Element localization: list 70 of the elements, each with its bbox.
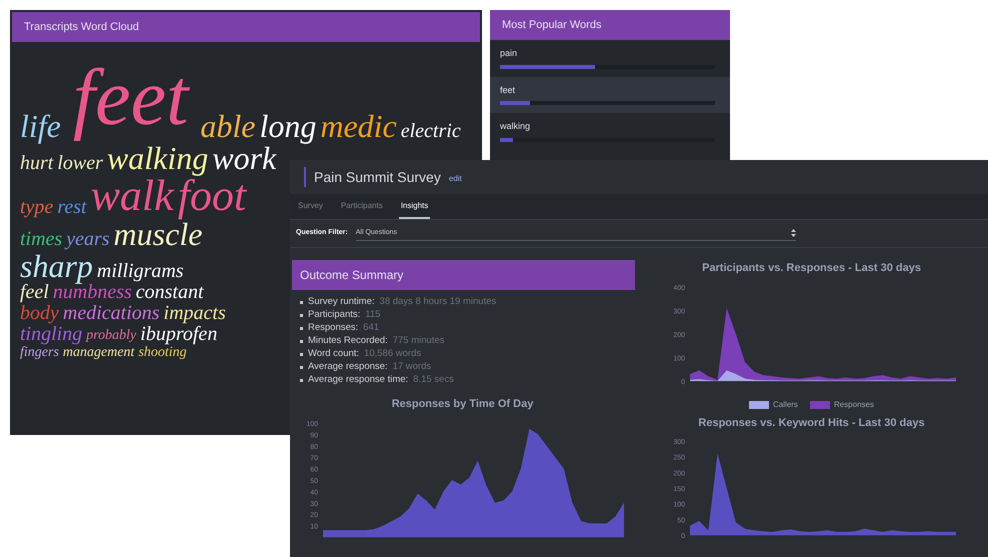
bullet-icon	[300, 340, 303, 342]
summary-value: 775 minutes	[392, 335, 444, 347]
tab[interactable]: Insights	[398, 200, 430, 219]
cloud-word: hurt	[20, 153, 54, 174]
cloud-word: feel	[20, 282, 49, 303]
panel-title: Transcripts Word Cloud	[24, 20, 139, 35]
cloud-word: muscle	[114, 218, 202, 250]
edit-link[interactable]: edit	[448, 173, 462, 185]
chart-title: Responses vs. Keyword Hits - Last 30 days	[698, 416, 925, 430]
legend-label: Responses	[834, 398, 874, 410]
cloud-word: able	[200, 110, 256, 142]
cloud-word: rest	[57, 197, 87, 218]
bullet-icon	[300, 300, 303, 304]
word-row[interactable]: feet	[490, 76, 730, 113]
summary-value: 641	[363, 322, 380, 334]
cloud-word: times	[20, 229, 62, 250]
cloud-word: management	[62, 345, 134, 362]
cloud-word: shooting	[138, 345, 187, 362]
tab[interactable]: Survey	[296, 200, 325, 219]
cloud-word: feet	[72, 54, 191, 142]
word-row[interactable]: pain	[490, 40, 730, 76]
sort-arrows-icon	[790, 229, 796, 237]
cloud-word: fingers	[20, 345, 59, 362]
summary-label: Participants:	[308, 309, 360, 321]
word-label: pain	[500, 47, 518, 60]
bullet-icon	[300, 366, 303, 368]
word-label: feet	[500, 84, 516, 96]
cloud-word: medic	[320, 110, 397, 142]
cloud-word: type	[20, 197, 54, 218]
cloud-word: sharp	[20, 250, 93, 282]
summary-label: Average response time:	[308, 374, 408, 386]
legend-label: Callers	[773, 398, 798, 410]
cloud-word: years	[66, 229, 110, 250]
cloud-word: electric	[400, 121, 461, 142]
cloud-word: life	[20, 110, 61, 142]
panel-title: Most Popular Words	[502, 18, 602, 33]
summary-label: Responses:	[308, 322, 358, 334]
summary-label: Word count:	[308, 348, 360, 360]
cloud-word: work	[212, 142, 276, 174]
summary-label: Survey runtime:	[308, 296, 375, 308]
panel-title: Outcome Summary	[300, 267, 404, 284]
chart-title: Participants vs. Responses - Last 30 days	[702, 261, 921, 276]
cloud-word: walk	[90, 174, 174, 218]
cloud-word: long	[259, 110, 316, 142]
bullet-icon	[300, 314, 303, 316]
tab[interactable]: Participants	[338, 200, 385, 219]
cloud-word: ibuprofen	[140, 324, 218, 345]
cloud-word: medications	[62, 303, 160, 324]
summary-value: 115	[365, 309, 380, 321]
survey-title: Pain Summit Survey	[314, 168, 441, 187]
cloud-word: constant	[136, 282, 204, 303]
summary-label: Average response:	[308, 361, 388, 373]
cloud-word: milligrams	[96, 261, 184, 282]
word-label: walking	[500, 120, 532, 133]
summary-value: 10,586 words	[364, 348, 422, 360]
cloud-word: probably	[86, 328, 136, 345]
chart-title: Responses by Time Of Day	[392, 397, 534, 412]
summary-value: 17 words	[392, 361, 432, 373]
bullet-icon	[300, 378, 303, 382]
bullet-icon	[300, 326, 303, 330]
bullet-icon	[300, 352, 303, 356]
word-row[interactable]: walking	[490, 113, 730, 150]
cloud-word: impacts	[164, 303, 226, 324]
summary-label: Minutes Recorded:	[308, 335, 388, 347]
cloud-word: tingling	[20, 324, 82, 345]
summary-value: 38 days 8 hours 19 minutes	[380, 296, 496, 308]
cloud-word: lower	[57, 153, 103, 174]
summary-value: 8.15 secs	[413, 374, 454, 386]
cloud-word: body	[20, 303, 59, 324]
cloud-word: walking	[106, 142, 208, 174]
